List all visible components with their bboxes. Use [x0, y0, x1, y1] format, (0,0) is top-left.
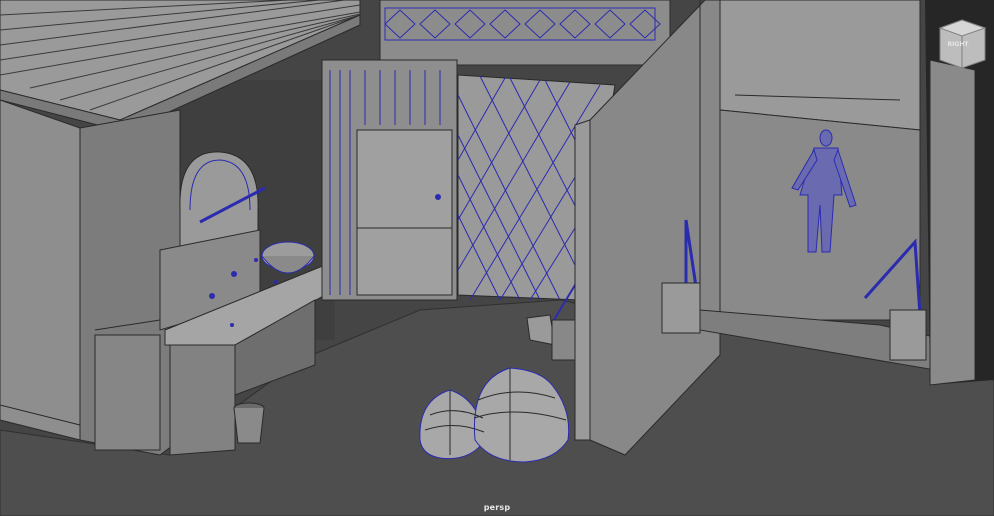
door-mesh[interactable]	[321, 59, 458, 301]
bucket-mesh[interactable]	[233, 402, 265, 444]
scene-canvas[interactable]	[0, 0, 994, 516]
left-building-mesh[interactable]	[0, 99, 181, 456]
back-building-upper[interactable]	[379, 0, 671, 66]
viewcube-face-label: RIGHT	[947, 41, 969, 48]
maya-perspective-viewport[interactable]: RIGHT persp	[0, 0, 994, 516]
camera-label: persp	[483, 503, 511, 512]
